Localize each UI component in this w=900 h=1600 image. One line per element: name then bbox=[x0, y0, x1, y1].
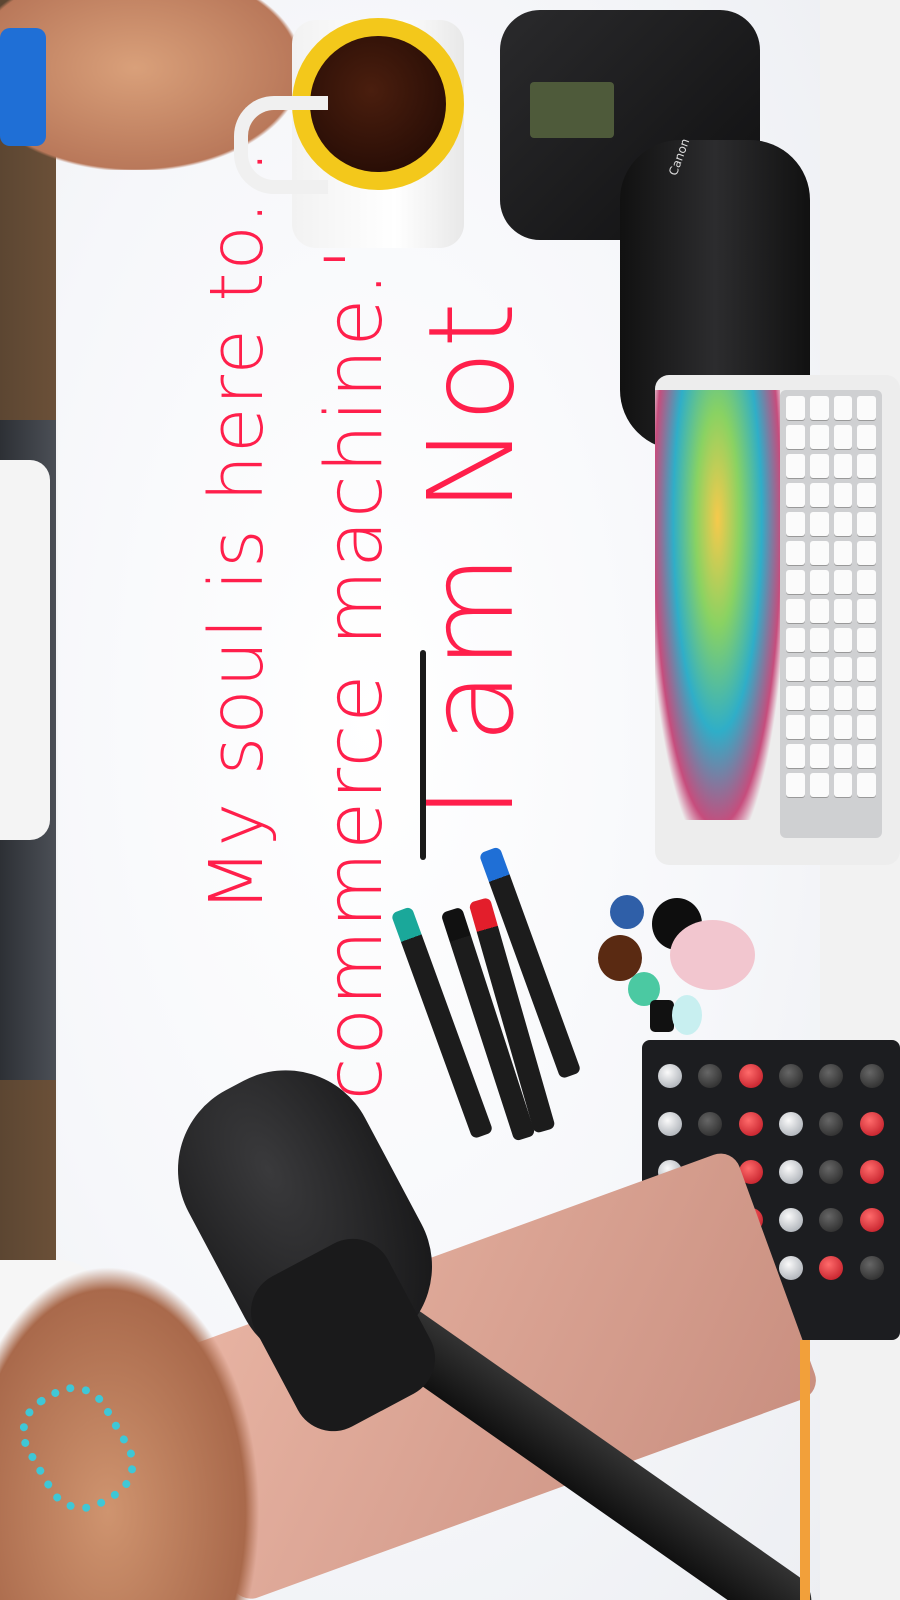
mixer-knob bbox=[779, 1160, 804, 1184]
underline-mark bbox=[420, 650, 426, 860]
key bbox=[857, 744, 876, 768]
key bbox=[809, 396, 829, 420]
key bbox=[857, 425, 876, 449]
key bbox=[786, 512, 805, 536]
mixer-knob bbox=[819, 1064, 844, 1088]
markers bbox=[390, 846, 590, 1142]
key bbox=[809, 454, 829, 478]
mixer-knob bbox=[859, 1160, 884, 1184]
mixer-knob bbox=[738, 1064, 763, 1088]
key bbox=[809, 512, 829, 536]
key bbox=[809, 744, 829, 768]
mixer-knob bbox=[658, 1112, 683, 1136]
stone bbox=[610, 895, 644, 929]
mixer-knob bbox=[779, 1256, 804, 1280]
key bbox=[809, 483, 829, 507]
mixer-knob bbox=[859, 1256, 884, 1280]
key bbox=[786, 483, 805, 507]
stone bbox=[650, 1000, 674, 1032]
mixer-knob bbox=[819, 1112, 844, 1136]
key bbox=[857, 454, 876, 478]
pillow bbox=[0, 460, 50, 840]
key bbox=[857, 570, 876, 594]
key bbox=[809, 541, 829, 565]
mixer-knob bbox=[859, 1112, 884, 1136]
key bbox=[857, 715, 876, 739]
key bbox=[857, 483, 876, 507]
mixer-knob bbox=[738, 1112, 763, 1136]
key bbox=[857, 512, 876, 536]
key bbox=[809, 425, 829, 449]
mug-handle bbox=[234, 96, 328, 194]
watch-icon bbox=[0, 28, 46, 146]
key bbox=[833, 628, 853, 652]
key bbox=[786, 715, 805, 739]
key bbox=[786, 773, 805, 797]
mixer-knob bbox=[819, 1160, 844, 1184]
key bbox=[833, 686, 853, 710]
key bbox=[833, 425, 853, 449]
coffee bbox=[310, 36, 446, 172]
key bbox=[833, 715, 853, 739]
desk-photo: I am Not a "commerce machine." My soul i… bbox=[0, 0, 900, 1600]
key bbox=[809, 686, 829, 710]
key bbox=[786, 657, 805, 681]
stone bbox=[670, 920, 755, 990]
mixer-knob bbox=[658, 1064, 683, 1088]
key bbox=[809, 570, 829, 594]
mixer-knob bbox=[819, 1208, 844, 1232]
key bbox=[786, 425, 805, 449]
mixer-knob bbox=[698, 1064, 723, 1088]
key bbox=[833, 541, 853, 565]
key bbox=[833, 512, 853, 536]
key bbox=[809, 773, 829, 797]
key bbox=[809, 599, 829, 623]
key bbox=[857, 773, 876, 797]
mixer-knob bbox=[859, 1064, 884, 1088]
key bbox=[809, 628, 829, 652]
key bbox=[857, 396, 876, 420]
key bbox=[833, 657, 853, 681]
mixer-knob bbox=[819, 1256, 844, 1280]
cable bbox=[800, 1340, 810, 1600]
key bbox=[857, 599, 876, 623]
mixer-knob bbox=[698, 1112, 723, 1136]
key bbox=[809, 657, 829, 681]
key bbox=[833, 744, 853, 768]
key bbox=[786, 599, 805, 623]
mixer-knob bbox=[779, 1112, 804, 1136]
watercolor-skin bbox=[655, 390, 780, 820]
key bbox=[857, 657, 876, 681]
mixer-knob bbox=[859, 1208, 884, 1232]
key bbox=[786, 570, 805, 594]
key bbox=[786, 686, 805, 710]
key bbox=[833, 773, 853, 797]
camera-screen bbox=[530, 82, 614, 138]
mixer-knob bbox=[779, 1208, 804, 1232]
key bbox=[833, 396, 853, 420]
key bbox=[786, 454, 805, 478]
stone bbox=[672, 995, 702, 1035]
key bbox=[857, 628, 876, 652]
key bbox=[833, 483, 853, 507]
key bbox=[833, 570, 853, 594]
key bbox=[833, 454, 853, 478]
key bbox=[809, 715, 829, 739]
key bbox=[786, 541, 805, 565]
mixer-knob bbox=[779, 1064, 804, 1088]
key bbox=[786, 628, 805, 652]
keyboard-icon bbox=[780, 390, 882, 838]
key bbox=[857, 686, 876, 710]
key bbox=[786, 744, 805, 768]
key bbox=[857, 541, 876, 565]
key bbox=[786, 396, 805, 420]
key bbox=[833, 599, 853, 623]
